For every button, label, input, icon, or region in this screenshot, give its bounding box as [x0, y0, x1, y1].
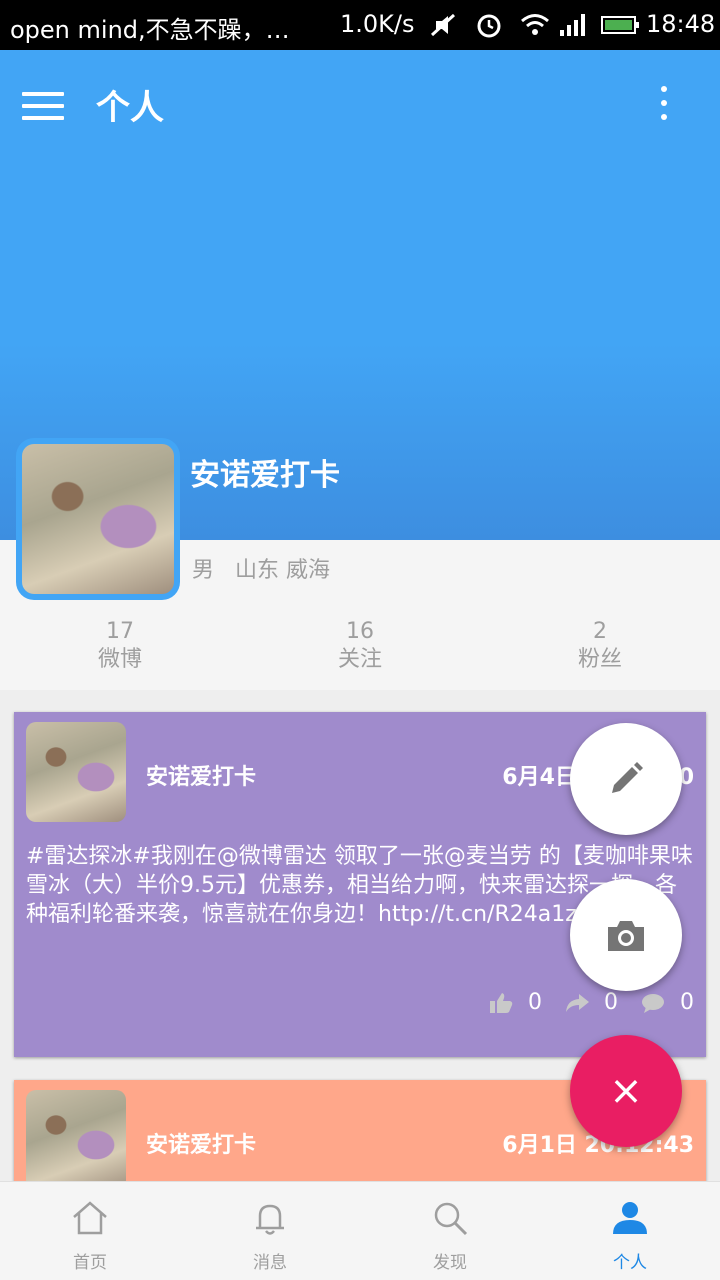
profile-username: 安诺爱打卡: [190, 458, 340, 493]
menu-icon[interactable]: [22, 92, 64, 120]
nav-label: 消息: [253, 1253, 287, 1273]
avatar[interactable]: [26, 1090, 126, 1190]
camera-button[interactable]: [570, 879, 682, 991]
wifi-icon: [521, 14, 549, 35]
repost-button[interactable]: 0: [564, 990, 618, 1015]
signal-icon: [560, 14, 585, 36]
comment-icon: [642, 993, 664, 1013]
repost-count: 0: [604, 990, 618, 1015]
close-fab-button[interactable]: ×: [570, 1035, 682, 1147]
stat-label: 关注: [337, 647, 382, 672]
avatar[interactable]: [26, 722, 126, 822]
edit-button[interactable]: [570, 723, 682, 835]
stat-count: 2: [593, 619, 607, 644]
status-notification: open mind,不急不躁，…: [10, 16, 290, 44]
profile-avatar[interactable]: [16, 438, 180, 600]
page-title: 个人: [96, 88, 164, 128]
pencil-icon: [612, 762, 643, 793]
nav-label: 首页: [73, 1253, 107, 1273]
mute-icon: [430, 13, 456, 37]
comment-count: 0: [680, 990, 694, 1015]
post-author: 安诺爱打卡: [146, 1133, 257, 1158]
nav-label: 发现: [433, 1253, 467, 1273]
status-time: 18:48: [646, 10, 716, 38]
alarm-icon: [477, 14, 501, 38]
comment-button[interactable]: 0: [640, 990, 694, 1015]
gender: 男: [192, 558, 215, 583]
person-icon: [613, 1202, 647, 1234]
close-icon: ×: [609, 1068, 643, 1114]
location: 山东 威海: [235, 558, 330, 583]
status-bar: open mind,不急不躁，… 1.0K/s 18:48: [0, 0, 720, 50]
search-icon: [434, 1202, 468, 1236]
bottom-nav: 首页 消息 发现 个人: [0, 1181, 720, 1280]
post-actions: 0 0 0: [488, 990, 694, 1015]
stat-label: 微博: [97, 647, 142, 672]
network-speed: 1.0K/s: [340, 10, 415, 38]
nav-profile[interactable]: 个人: [540, 1182, 720, 1280]
more-options-icon[interactable]: [650, 86, 678, 126]
stat-count: 17: [106, 619, 134, 644]
battery-icon: [601, 16, 639, 34]
like-count: 0: [528, 990, 542, 1015]
nav-messages[interactable]: 消息: [180, 1182, 360, 1280]
stat-following[interactable]: 16 关注: [300, 618, 420, 674]
camera-icon: [608, 921, 644, 951]
nav-home[interactable]: 首页: [0, 1182, 180, 1280]
like-button[interactable]: 0: [488, 990, 542, 1015]
stat-followers[interactable]: 2 粉丝: [540, 618, 660, 674]
home-icon: [73, 1201, 107, 1235]
nav-label: 个人: [613, 1253, 647, 1273]
stat-count: 16: [346, 619, 374, 644]
profile-meta: 男 山东 威海: [192, 552, 330, 584]
share-icon: [566, 993, 589, 1012]
bell-icon: [256, 1204, 284, 1235]
stat-posts[interactable]: 17 微博: [60, 618, 180, 674]
thumbs-up-icon: [490, 992, 513, 1013]
stat-label: 粉丝: [577, 647, 622, 672]
post-author: 安诺爱打卡: [146, 765, 257, 790]
nav-discover[interactable]: 发现: [360, 1182, 540, 1280]
